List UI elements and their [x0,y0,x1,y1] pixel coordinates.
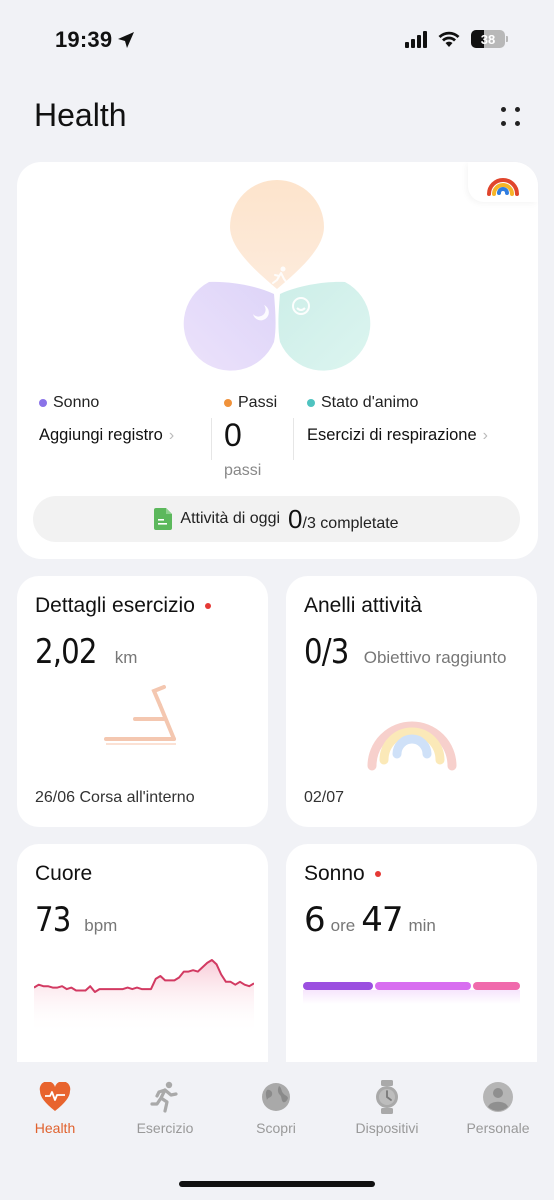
distance-value: 2,02 [35,632,98,672]
sleep-petal[interactable] [183,281,276,371]
activity-rings-icon [487,178,519,196]
activity-rings-card[interactable]: Anelli attività 0/3 Obiettivo raggiunto … [286,576,537,827]
legend-mood: Stato d'animo [307,394,418,412]
cellular-signal-icon [405,30,427,48]
activity-rings-button[interactable] [468,162,538,202]
treadmill-icon [104,685,176,745]
sleep-segment-light [375,982,472,990]
legend-dot [39,399,47,407]
chevron-right-icon: › [168,426,175,444]
sleep-segment-rem [473,982,520,990]
alert-dot [204,603,211,609]
location-arrow-icon [118,32,135,48]
add-sleep-record-link[interactable]: Aggiungi registro › [39,426,174,445]
sleep-bar-glow [303,990,520,1004]
mood-petal[interactable] [278,281,371,371]
sleep-minutes-unit: min [408,916,436,935]
card-title: Sonno [304,862,381,886]
rings-value: 0/3 [304,632,349,672]
globe-icon [262,1083,290,1111]
status-bar: 19:39 38 [0,0,554,80]
legend-dot [307,399,315,407]
card-title: Cuore [35,862,93,885]
card-title: Anelli attività [304,594,422,617]
heart-rate-area [34,960,254,1034]
sleep-card[interactable]: Sonno 6 ore 47 min [286,844,537,1084]
steps-unit: passi [224,462,262,479]
legend-sleep: Sonno [39,394,99,412]
exercise-details-card[interactable]: Dettagli esercizio 2,02 km 26/06 Corsa a… [17,576,268,827]
divider [293,418,294,460]
todays-activities-button[interactable]: Attività di oggi 0/3 completate [33,496,520,542]
document-icon [154,508,173,530]
breathing-exercises-link[interactable]: Esercizi di respirazione › [307,426,488,445]
tab-discover[interactable]: Scopri [221,1080,331,1136]
rings-footer: 02/07 [304,789,345,806]
tab-personal[interactable]: Personale [443,1080,553,1136]
heart-rate-card[interactable]: Cuore 73 bpm [17,844,268,1084]
steps-petal[interactable] [230,180,324,289]
tab-health[interactable]: Health [0,1080,110,1136]
legend-dot [224,399,232,407]
sleep-minutes: 47 [361,900,403,940]
steps-value: 0 [224,417,242,453]
heart-pulse-icon [39,1082,71,1111]
heart-rate-value: 73 [35,900,71,940]
card-title: Dettagli esercizio [35,594,211,618]
sleep-hours: 6 [304,900,326,940]
rings-unit: Obiettivo raggiunto [363,648,507,667]
more-dots-icon [500,106,506,112]
divider [211,418,212,460]
health-summary-card[interactable]: Sonno Passi Stato d'animo Aggiungi regis… [17,162,538,559]
sleep-stages-bar [303,982,520,990]
chevron-right-icon: › [482,426,488,444]
home-indicator[interactable] [179,1181,375,1187]
tab-bar: Health Esercizio Scopri Dispositivi Pers… [0,1062,554,1200]
legend-steps: Passi [224,394,277,412]
exercise-footer: 26/06 Corsa all'interno [35,789,195,806]
tab-devices[interactable]: Dispositivi [332,1080,442,1136]
heart-rate-unit: bpm [84,916,118,935]
wifi-icon [438,31,460,47]
activity-rings-icon [367,721,457,771]
watch-icon [376,1080,398,1114]
wellness-petals[interactable] [167,177,387,377]
heart-rate-chart [34,959,254,1034]
sleep-segment-deep [303,982,374,990]
battery-icon: 38 [471,30,505,48]
tab-exercise[interactable]: Esercizio [110,1080,220,1136]
running-icon [150,1081,178,1113]
page-title: Health [34,97,127,133]
distance-unit: km [114,648,138,667]
person-icon [483,1082,513,1112]
sleep-hours-unit: ore [330,916,356,935]
status-time: 19:39 [55,27,136,53]
activities-completed-count: 0 [288,503,303,534]
summary-legend: Sonno Passi Stato d'animo [39,394,516,414]
alert-dot [374,871,381,877]
time-text: 19:39 [55,27,113,52]
battery-level: 38 [480,31,496,47]
more-menu-button[interactable] [496,102,524,130]
